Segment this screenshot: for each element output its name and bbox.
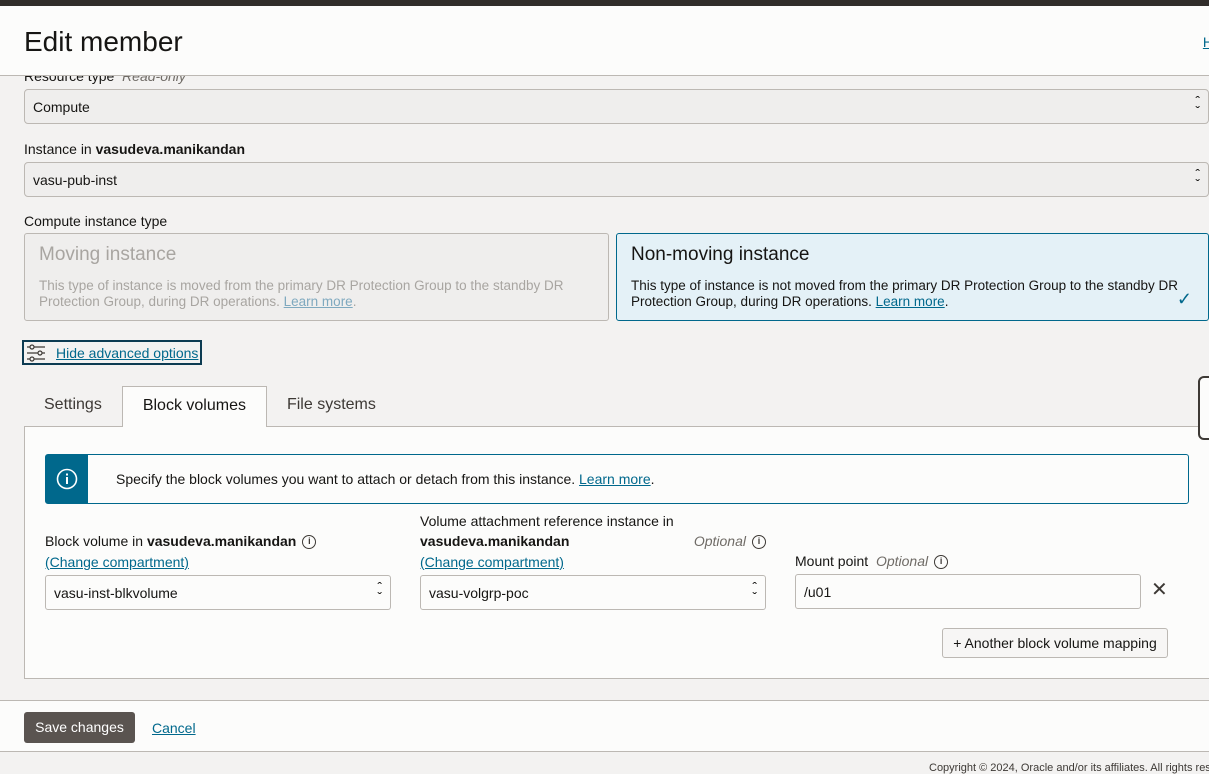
learn-more-link[interactable]: Learn more	[284, 294, 353, 309]
card-title: Moving instance	[39, 244, 177, 265]
compartment-name: vasudeva.manikandan	[95, 141, 246, 157]
compute-instance-type-label: Compute instance type	[24, 213, 168, 229]
select-value: vasu-pub-inst	[33, 172, 118, 188]
instance-label: Instance in vasudeva.manikandan	[24, 141, 245, 157]
card-description: This type of instance is moved from the …	[39, 278, 564, 309]
attachment-label: Volume attachment reference instance in	[420, 513, 674, 529]
tab-file-systems[interactable]: File systems	[267, 386, 396, 426]
info-icon	[56, 468, 78, 490]
learn-more-link[interactable]: Learn more	[876, 294, 945, 309]
label-text: Instance in	[24, 141, 92, 157]
select-value: Compute	[33, 99, 90, 115]
learn-more-link[interactable]: Learn more	[579, 471, 651, 487]
card-description: This type of instance is not moved from …	[631, 278, 1178, 309]
info-icon[interactable]: i	[752, 535, 766, 550]
help-link[interactable]: H	[1203, 34, 1209, 50]
copyright-text: Copyright © 2024, Oracle and/or its affi…	[929, 762, 1209, 774]
moving-instance-card[interactable]: Moving instance This type of instance is…	[24, 233, 609, 321]
sliders-icon	[27, 343, 45, 362]
chevron-updown-icon: ˆˇ	[1195, 166, 1200, 192]
info-text: Specify the block volumes you want to at…	[116, 471, 655, 487]
chevron-updown-icon: ˆˇ	[1195, 93, 1200, 119]
block-volume-select[interactable]: vasu-inst-blkvolume ˆ ˇ	[45, 575, 391, 610]
footer-actions: Save changes Cancel	[0, 700, 1209, 752]
info-banner: Specify the block volumes you want to at…	[45, 454, 1189, 504]
attachment-instance-select[interactable]: vasu-volgrp-poc ˆ ˇ	[420, 575, 766, 610]
tab-block-volumes[interactable]: Block volumes	[121, 386, 267, 427]
block-volumes-panel: Specify the block volumes you want to at…	[24, 426, 1209, 679]
resource-type-select[interactable]: Compute ˆˇ	[24, 89, 1209, 124]
close-icon[interactable]: ✕	[1151, 577, 1168, 602]
page-title: Edit member	[24, 26, 183, 57]
instance-select[interactable]: vasu-pub-inst ˆˇ	[24, 162, 1209, 197]
mount-point-label: Mount point Optional i	[795, 553, 949, 570]
cancel-link[interactable]: Cancel	[152, 720, 196, 736]
change-compartment-link[interactable]: (Change compartment)	[420, 554, 564, 570]
card-title: Non-moving instance	[631, 244, 810, 265]
chevron-updown-icon: ˆˇ	[377, 579, 382, 605]
tab-settings[interactable]: Settings	[24, 386, 122, 426]
mount-point-input[interactable]: /u01	[795, 574, 1141, 609]
block-volume-label: Block volume in vasudeva.manikandan i	[45, 533, 317, 550]
panel-header: Edit member H	[0, 6, 1209, 76]
feedback-widget[interactable]	[1198, 376, 1209, 440]
hide-advanced-options-link[interactable]: Hide advanced options	[56, 345, 198, 361]
checkmark-icon: ✓	[1176, 289, 1192, 309]
chevron-updown-icon: ˆˇ	[752, 579, 757, 605]
info-icon[interactable]: i	[302, 535, 317, 550]
save-button[interactable]: Save changes	[24, 712, 135, 743]
tab-bar: Settings Block volumes File systems	[24, 386, 396, 427]
change-compartment-link[interactable]: (Change compartment)	[45, 554, 189, 570]
info-icon[interactable]: i	[934, 555, 949, 570]
attachment-compartment: vasudeva.manikandan Optional i	[420, 533, 766, 550]
add-block-volume-mapping-button[interactable]: + Another block volume mapping	[942, 628, 1168, 658]
hide-advanced-options-button[interactable]: Hide advanced options	[22, 340, 203, 365]
non-moving-instance-card[interactable]: Non-moving instance This type of instanc…	[616, 233, 1209, 321]
